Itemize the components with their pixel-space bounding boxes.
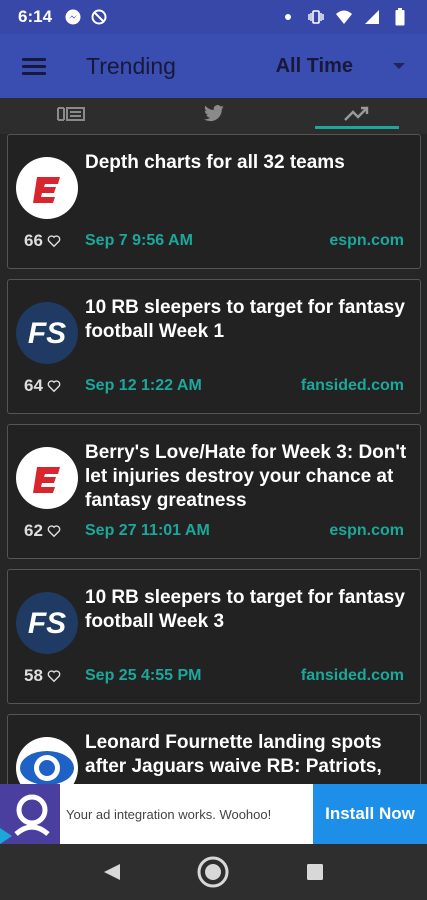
trending-icon [344,106,369,121]
messenger-icon [64,8,82,26]
notification-dot-icon [279,8,297,26]
article-title: Depth charts for all 32 teams [85,152,345,173]
espn-logo [16,447,78,509]
selected-tab-indicator [315,126,399,129]
article-card[interactable]: FS 10 RB sleepers to target for fantasy … [7,569,421,704]
article-card[interactable]: Leonard Fournette landing spots after Ja… [7,714,421,784]
chevron-down-icon [393,63,405,69]
article-card[interactable]: Berry's Love/Hate for Week 3: Don't let … [7,424,421,559]
time-filter-value: All Time [275,54,353,77]
hamburger-menu-icon[interactable] [22,54,46,79]
signal-icon [363,8,381,26]
blocked-icon [90,8,108,26]
heart-icon [47,525,61,538]
svg-text:FS: FS [28,317,66,350]
twitter-icon [204,105,224,122]
recents-icon[interactable] [306,863,324,881]
ad-logo [0,784,60,844]
ad-banner[interactable]: Your ad integration works. Woohoo! Insta… [0,784,427,844]
home-icon[interactable] [197,856,229,888]
like-count[interactable]: 64 [24,376,61,396]
like-count[interactable]: 58 [24,666,61,686]
ad-text: Your ad integration works. Woohoo! [66,806,272,822]
like-count-value: 66 [24,231,43,250]
article-date: Sep 7 9:56 AM [85,232,193,249]
article-date: Sep 27 11:01 AM [85,522,210,539]
vibrate-icon [307,8,325,26]
espn-logo [16,157,78,219]
like-count-value: 62 [24,521,43,540]
status-bar: 6:14 [0,0,427,34]
tab-newspaper[interactable] [29,98,113,130]
article-card[interactable]: FS 10 RB sleepers to target for fantasy … [7,279,421,414]
tab-bar [0,98,427,134]
heart-icon [47,235,61,248]
heart-icon [47,380,61,393]
newspaper-icon [57,107,85,121]
back-icon[interactable] [102,862,122,882]
article-date: Sep 12 1:22 AM [85,377,202,394]
battery-icon [391,8,409,26]
fansided-logo: FS [16,302,78,364]
article-title: Berry's Love/Hate for Week 3: Don't let … [85,442,407,511]
page-title: Trending [86,52,176,79]
like-count-value: 58 [24,666,43,685]
like-count[interactable]: 62 [24,521,61,541]
svg-text:FS: FS [28,607,66,640]
article-feed[interactable]: Depth charts for all 32 teams 66 Sep 7 9… [0,134,427,784]
wifi-icon [335,8,353,26]
app-bar: Trending All Time [0,34,427,98]
heart-icon [47,670,61,683]
article-date: Sep 25 4:55 PM [85,667,202,684]
install-now-button[interactable]: Install Now [313,784,427,844]
cbs-logo [16,737,78,784]
time-filter-dropdown[interactable]: All Time [276,55,405,78]
article-card[interactable]: Depth charts for all 32 teams 66 Sep 7 9… [7,134,421,269]
article-source: fansided.com [300,377,404,394]
article-source: espn.com [329,522,404,539]
article-title: 10 RB sleepers to target for fantasy foo… [85,587,405,632]
article-source: fansided.com [300,667,404,684]
status-time: 6:14 [18,7,53,26]
fansided-logo: FS [16,592,78,654]
like-count-value: 64 [24,376,43,395]
system-nav-bar [0,844,427,900]
article-title: 10 RB sleepers to target for fantasy foo… [85,297,405,342]
article-title: Leonard Fournette landing spots after Ja… [85,732,382,777]
article-source: espn.com [329,232,404,249]
like-count[interactable]: 66 [24,231,61,251]
tab-twitter[interactable] [172,98,256,130]
